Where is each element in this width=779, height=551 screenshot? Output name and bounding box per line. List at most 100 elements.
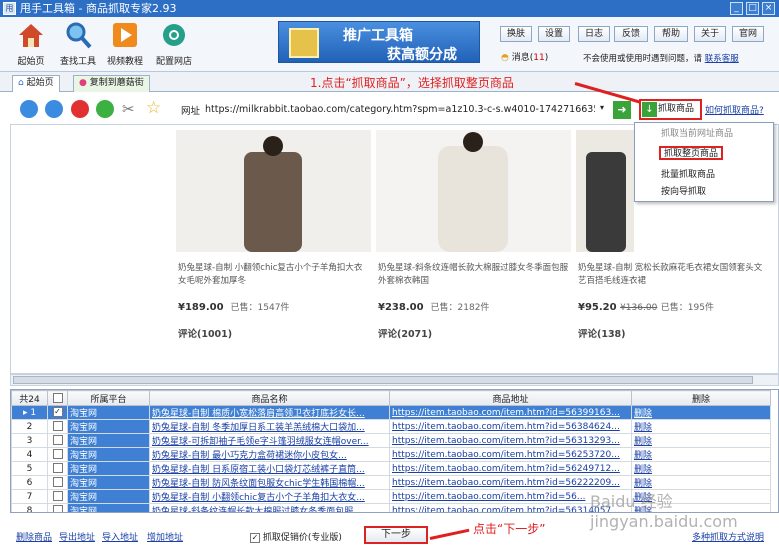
header-check[interactable] [47, 390, 68, 406]
row-product-url[interactable]: https://item.taobao.com/item.htm?id=5631… [389, 433, 632, 448]
table-row[interactable]: 4 淘宝网 奶兔星球-自制 最小巧克力盒荷裙迷你小皮包女... https://ite… [11, 447, 771, 462]
tab-start-page[interactable]: ⌂ 起始页 [12, 75, 60, 92]
row-product-name[interactable]: 奶兔星球-自制 最小巧克力盒荷裙迷你小皮包女... [149, 447, 390, 462]
refresh-icon[interactable] [96, 100, 114, 118]
row-checkbox [47, 433, 68, 448]
find-tools-button[interactable]: 查找工具 [56, 21, 100, 67]
feedback-button[interactable]: 反馈 [614, 26, 648, 42]
menu-wizard-grab[interactable]: 按向导抓取 [661, 185, 706, 199]
row-product-name[interactable]: 奶兔星球-斜条纹连帽长款大棉服过膝女冬季面包服... [149, 503, 390, 512]
row-select-checkbox[interactable]: ✓ [52, 407, 63, 418]
row-checkbox [47, 419, 68, 434]
row-delete-link[interactable]: 删除 [631, 433, 771, 448]
table-row[interactable]: ▸ 1 ✓ 淘宝网 奶兔星球-自制 棉质小宽松落肩高领卫衣打底衫女长... https:… [11, 405, 771, 420]
gear-icon [163, 24, 185, 46]
row-delete-link[interactable]: 删除 [631, 461, 771, 476]
row-product-name[interactable]: 奶兔星球-自制 日系原宿工装小口袋灯芯绒裤子直筒... [149, 461, 390, 476]
tab-start-page-label: 起始页 [26, 78, 54, 88]
row-select-checkbox[interactable] [52, 449, 63, 460]
row-product-url[interactable]: https://item.taobao.com/item.htm?id=5624… [389, 461, 632, 476]
export-urls-link[interactable]: 导出地址 [59, 530, 95, 543]
row-delete-link[interactable]: 删除 [631, 419, 771, 434]
back-icon[interactable] [20, 100, 38, 118]
app-icon: 甩 [3, 2, 16, 15]
video-tutorial-button[interactable]: 视频教程 [103, 21, 147, 67]
grab-products-button[interactable]: ↓ 抓取商品 [639, 99, 702, 120]
row-select-checkbox[interactable] [52, 491, 63, 502]
menu-batch-grab[interactable]: 批量抓取商品 [661, 168, 715, 182]
row-product-name[interactable]: 奶兔星球-可拆卸袖子毛领e字斗篷羽绒服女连帽over... [149, 433, 390, 448]
row-delete-link[interactable]: 删除 [631, 447, 771, 462]
favorite-star-icon[interactable]: ☆ [146, 98, 161, 118]
row-platform: 淘宝网 [67, 405, 150, 420]
help-button[interactable]: 帮助 [654, 26, 688, 42]
stop-icon[interactable] [71, 100, 89, 118]
row-select-checkbox[interactable] [52, 463, 63, 474]
row-platform: 淘宝网 [67, 447, 150, 462]
scrollbar-thumb[interactable] [13, 376, 753, 384]
row-number: 3 [11, 433, 48, 448]
skin-button[interactable]: 换肤 [500, 26, 532, 42]
configure-shop-button[interactable]: 配置网店 [152, 21, 196, 67]
next-step-button[interactable]: 下一步 [364, 526, 428, 544]
row-select-checkbox[interactable] [52, 435, 63, 446]
row-select-checkbox[interactable] [52, 477, 63, 488]
promo-price-checkbox[interactable]: ✓ [250, 532, 260, 543]
row-checkbox [47, 503, 68, 512]
grab-methods-help-link[interactable]: 多种抓取方式说明 [692, 530, 764, 543]
product-sold-2: 已售：2182件 [430, 303, 490, 313]
delete-products-link[interactable]: 删除商品 [16, 530, 52, 543]
url-dropdown-icon[interactable]: ▾ [600, 103, 604, 112]
maximize-button[interactable]: □ [746, 2, 759, 15]
row-checkbox: ✓ [47, 405, 68, 420]
table-header: 共24 所属平台 商品名称 商品地址 删除 [11, 390, 771, 406]
message-icon: ◓ [501, 53, 509, 63]
promo-banner[interactable]: 推广工具箱 获高额分成 [278, 21, 480, 63]
product-card-1[interactable]: 奶兔星球-自制 小翻领chic复古小个子羊角扣大衣女毛呢外套加厚冬 ¥189.0… [176, 130, 371, 340]
row-product-name[interactable]: 奶兔星球-自制 防风条纹面包服女chic学生韩国棉帽... [149, 475, 390, 490]
row-delete-link[interactable]: 删除 [631, 405, 771, 420]
menu-grab-whole-page[interactable]: 抓取整页商品 [659, 146, 724, 160]
tab-copy-mogujie[interactable]: ● 复制到蘑菇街 [73, 75, 150, 92]
log-button[interactable]: 日志 [578, 26, 610, 42]
how-to-grab-link[interactable]: 如何抓取商品? [705, 103, 764, 116]
contact-support-link[interactable]: 联系客服 [705, 54, 739, 64]
row-product-name[interactable]: 奶兔星球-自制 冬季加厚日系工装羊羔绒棉大口袋加... [149, 419, 390, 434]
row-product-name[interactable]: 奶兔星球-自制 棉质小宽松落肩高领卫衣打底衫女长... [149, 405, 390, 420]
table-row[interactable]: 3 淘宝网 奶兔星球-可拆卸袖子毛领e字斗篷羽绒服女连帽over... https:/… [11, 433, 771, 448]
import-urls-link[interactable]: 导入地址 [102, 530, 138, 543]
row-number: 2 [11, 419, 48, 434]
close-button[interactable]: × [762, 2, 775, 15]
tools-icon[interactable]: ✂ [122, 100, 140, 118]
configure-shop-label: 配置网店 [155, 57, 192, 67]
settings-button[interactable]: 设置 [538, 26, 570, 42]
row-product-url[interactable]: https://item.taobao.com/item.htm?id=5639… [389, 405, 632, 420]
row-product-url[interactable]: https://item.taobao.com/item.htm?id=5638… [389, 419, 632, 434]
forward-icon[interactable] [45, 100, 63, 118]
url-field[interactable]: https://milkrabbit.taobao.com/category.h… [205, 101, 595, 118]
product-sold-1: 已售：1547件 [230, 303, 290, 313]
horizontal-scrollbar[interactable] [10, 374, 779, 386]
home-button[interactable]: 起始页 [9, 21, 53, 67]
row-checkbox [47, 475, 68, 490]
website-button[interactable]: 官网 [732, 26, 764, 42]
add-url-link[interactable]: 增加地址 [147, 530, 183, 543]
header-delete: 删除 [631, 390, 771, 406]
about-button[interactable]: 关于 [694, 26, 726, 42]
row-product-url[interactable]: https://item.taobao.com/item.htm?id=5625… [389, 447, 632, 462]
product-card-2[interactable]: 奶兔星球-斜条纹连帽长款大棉服过膝女冬季面包服外套棉衣韩国 ¥238.00 已售… [376, 130, 571, 340]
go-icon[interactable]: ➜ [613, 101, 631, 119]
message-link[interactable]: ◓ 消息(11) [501, 50, 548, 63]
home-icon [19, 24, 43, 47]
promo-price-option[interactable]: ✓ 抓取促销价(专业版) [250, 530, 342, 543]
row-select-checkbox[interactable] [52, 421, 63, 432]
find-tools-label: 查找工具 [59, 57, 96, 67]
row-select-checkbox[interactable] [52, 505, 63, 512]
menu-grab-current-url[interactable]: 抓取当前网址商品 [661, 127, 733, 141]
row-product-name[interactable]: 奶兔星球-自制 小翻领chic复古小个子羊角扣大衣女... [149, 489, 390, 504]
select-all-checkbox[interactable] [52, 392, 63, 403]
minimize-button[interactable]: _ [730, 2, 743, 15]
table-row[interactable]: 2 淘宝网 奶兔星球-自制 冬季加厚日系工装羊羔绒棉大口袋加... https://i… [11, 419, 771, 434]
product-comments-1: 评论(1001) [178, 329, 233, 340]
table-row[interactable]: 5 淘宝网 奶兔星球-自制 日系原宿工装小口袋灯芯绒裤子直筒... https://i… [11, 461, 771, 476]
